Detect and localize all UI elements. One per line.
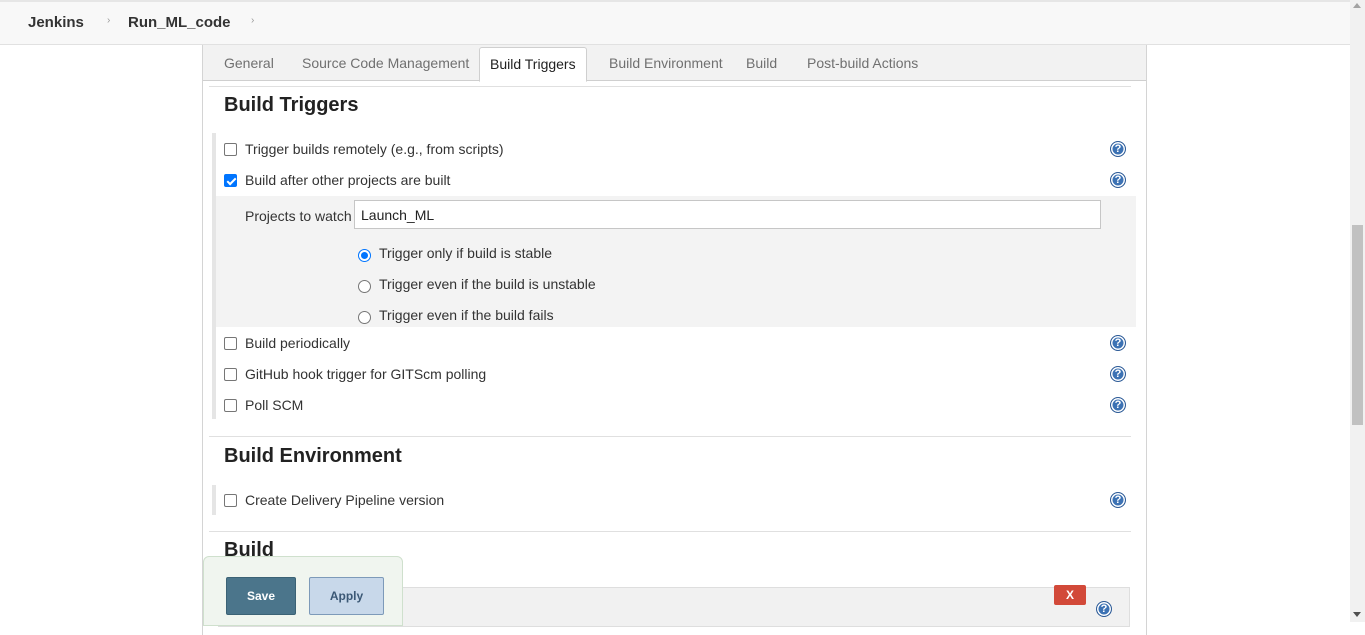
vertical-scrollbar[interactable] xyxy=(1350,0,1365,622)
delete-build-step-button[interactable]: X xyxy=(1054,585,1086,605)
option-label: GitHub hook trigger for GITScm polling xyxy=(245,366,487,382)
option-label: Build periodically xyxy=(245,335,351,351)
section-title-build-environment: Build Environment xyxy=(224,445,402,467)
radio-label: Trigger even if the build fails xyxy=(379,307,554,323)
build-after-settings: Projects to watch Trigger only if build … xyxy=(216,196,1136,327)
divider xyxy=(209,436,1131,437)
section-indent-bar xyxy=(212,485,216,515)
tab-source-code-management[interactable]: Source Code Management xyxy=(302,55,469,71)
trigger-fails-radio[interactable] xyxy=(358,311,371,324)
scrollbar-thumb[interactable] xyxy=(1352,225,1363,425)
option-label: Build after other projects are built xyxy=(245,172,451,188)
build-after-other-projects-checkbox[interactable] xyxy=(224,174,237,187)
divider xyxy=(209,531,1131,532)
create-delivery-pipeline-checkbox[interactable] xyxy=(224,494,237,507)
tab-build-environment[interactable]: Build Environment xyxy=(609,55,723,71)
build-periodically-checkbox[interactable] xyxy=(224,337,237,350)
section-indent-bar xyxy=(212,329,216,419)
help-icon[interactable]: ? xyxy=(1110,141,1126,157)
bottom-sticker: Save Apply xyxy=(203,556,403,626)
help-icon[interactable]: ? xyxy=(1110,397,1126,413)
help-icon[interactable]: ? xyxy=(1110,172,1126,188)
help-icon[interactable]: ? xyxy=(1110,492,1126,508)
github-hook-checkbox[interactable] xyxy=(224,368,237,381)
chevron-right-icon[interactable]: › xyxy=(251,15,254,26)
tab-general[interactable]: General xyxy=(224,55,274,71)
radio-label: Trigger only if build is stable xyxy=(379,245,553,261)
help-icon[interactable]: ? xyxy=(1096,601,1112,617)
option-label: Trigger builds remotely (e.g., from scri… xyxy=(245,141,504,157)
section-title-build-triggers: Build Triggers xyxy=(224,94,359,116)
apply-button[interactable]: Apply xyxy=(309,577,384,615)
option-label: Poll SCM xyxy=(245,397,304,413)
help-icon[interactable]: ? xyxy=(1110,335,1126,351)
divider xyxy=(209,86,1131,87)
projects-to-watch-label: Projects to watch xyxy=(245,208,352,224)
trigger-unstable-radio[interactable] xyxy=(358,280,371,293)
poll-scm-checkbox[interactable] xyxy=(224,399,237,412)
config-panel: General Source Code Management Build Tri… xyxy=(202,45,1147,635)
breadcrumb-run-ml-code[interactable]: Run_ML_code xyxy=(128,14,231,31)
option-label: Create Delivery Pipeline version xyxy=(245,492,445,508)
config-tab-bar: General Source Code Management Build Tri… xyxy=(203,45,1146,82)
scroll-down-icon[interactable] xyxy=(1353,612,1361,617)
trigger-stable-radio[interactable] xyxy=(358,249,371,262)
radio-label: Trigger even if the build is unstable xyxy=(379,276,596,292)
tab-build[interactable]: Build xyxy=(746,55,777,71)
breadcrumb: Jenkins › Run_ML_code › xyxy=(0,0,1350,45)
scroll-up-icon[interactable] xyxy=(1353,3,1361,8)
tab-build-triggers[interactable]: Build Triggers xyxy=(479,47,587,82)
tab-post-build-actions[interactable]: Post-build Actions xyxy=(807,55,918,71)
projects-to-watch-input[interactable] xyxy=(354,200,1101,229)
help-icon[interactable]: ? xyxy=(1110,366,1126,382)
chevron-right-icon: › xyxy=(107,15,111,26)
save-button[interactable]: Save xyxy=(226,577,296,615)
trigger-remotely-checkbox[interactable] xyxy=(224,143,237,156)
breadcrumb-jenkins[interactable]: Jenkins xyxy=(28,14,84,31)
